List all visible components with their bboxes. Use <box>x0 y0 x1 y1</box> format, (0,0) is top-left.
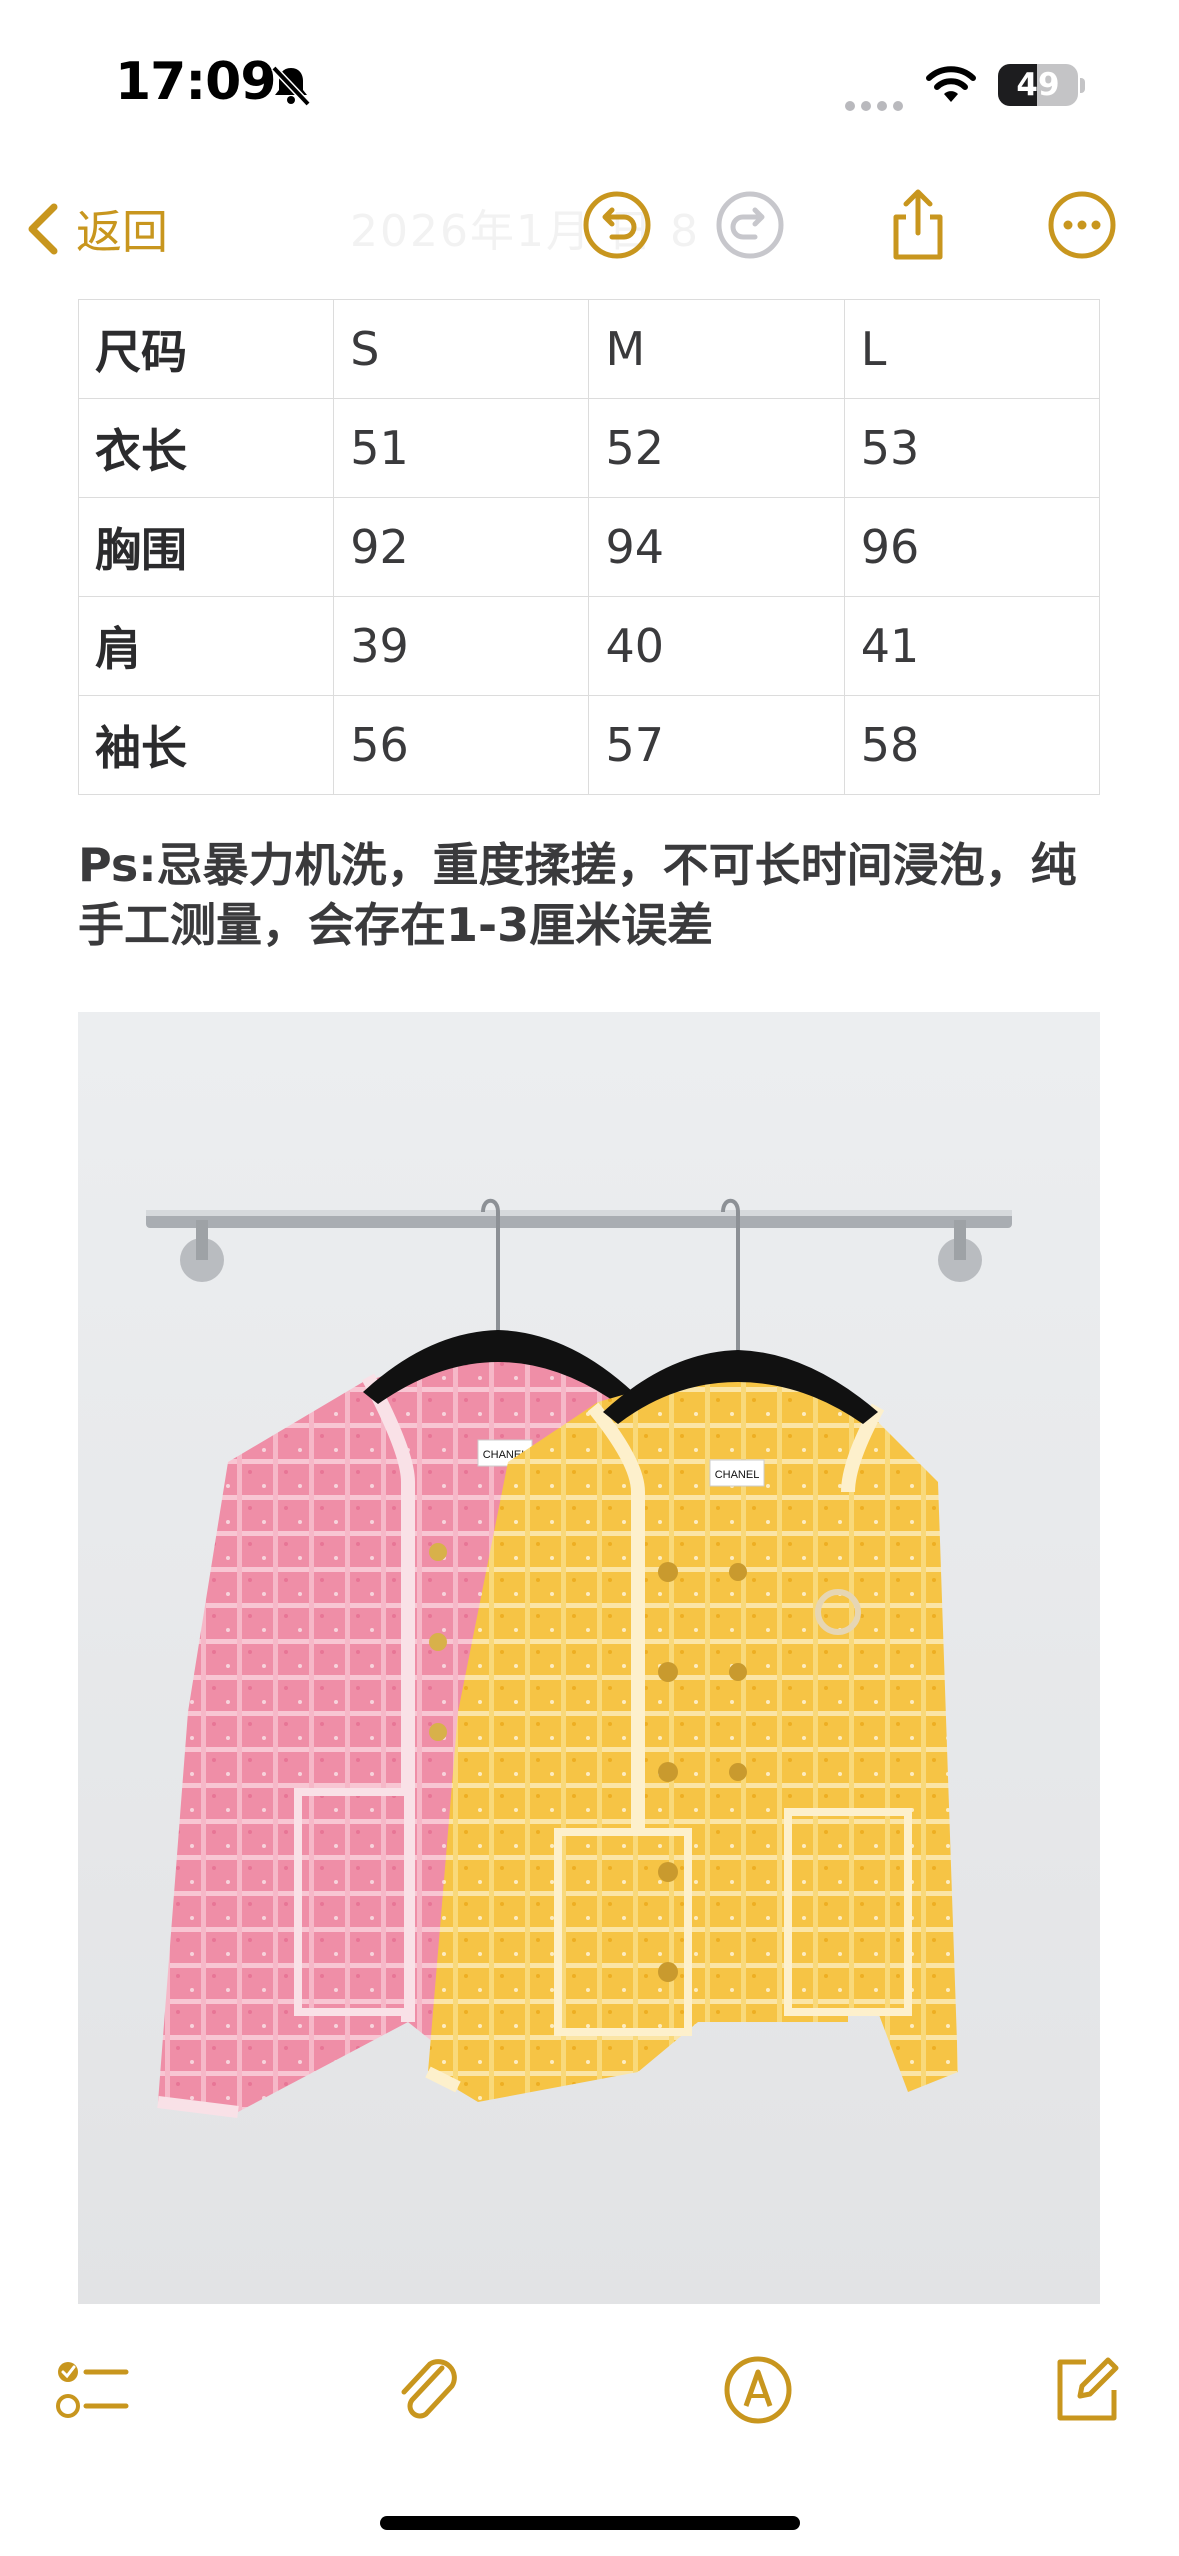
cellular-dots-icon <box>845 96 909 115</box>
battery-level: 49 <box>1016 67 1060 103</box>
table-cell[interactable]: L <box>843 299 1101 399</box>
table-header-row: 尺码 S M L <box>77 299 1101 399</box>
compose-icon[interactable] <box>1046 2350 1126 2430</box>
table-cell[interactable]: 52 <box>588 398 845 498</box>
table-row: 胸围 92 94 96 <box>77 497 1101 597</box>
battery-cap <box>1080 78 1085 93</box>
paperclip-icon[interactable] <box>390 2350 470 2430</box>
table-cell[interactable]: 胸围 <box>77 497 335 597</box>
table-row: 袖长 56 57 58 <box>77 695 1101 795</box>
bottom-toolbar <box>0 2320 1179 2490</box>
checklist-icon[interactable] <box>54 2350 134 2430</box>
share-icon[interactable] <box>880 187 956 263</box>
chevron-left-icon <box>28 203 58 255</box>
undo-icon[interactable] <box>579 187 655 263</box>
product-photo[interactable]: CHANEL CHANEL <box>78 1012 1100 2304</box>
markup-pen-icon[interactable] <box>718 2350 798 2430</box>
table-cell[interactable]: 56 <box>333 695 590 795</box>
bell-slash-icon <box>271 65 311 107</box>
table-cell[interactable]: S <box>333 299 590 399</box>
table-row: 衣长 51 52 53 <box>77 398 1101 498</box>
home-indicator[interactable] <box>380 2516 800 2530</box>
more-icon[interactable] <box>1044 187 1120 263</box>
table-cell[interactable]: 肩 <box>77 596 335 696</box>
yellow-label: CHANEL <box>715 1469 760 1481</box>
status-bar: 17:09 49 <box>0 0 1179 170</box>
cardigans-image: CHANEL CHANEL <box>78 1012 1100 2304</box>
table-cell[interactable]: 41 <box>843 596 1101 696</box>
table-cell[interactable]: 53 <box>843 398 1101 498</box>
table-cell[interactable]: 袖长 <box>77 695 335 795</box>
table-cell[interactable]: 39 <box>333 596 590 696</box>
table-cell[interactable]: 94 <box>588 497 845 597</box>
wifi-icon <box>926 66 976 102</box>
care-note-text[interactable]: Ps:忌暴力机洗，重度揉搓，不可长时间浸泡，纯手工测量，会存在1-3厘米误差 <box>78 835 1118 955</box>
battery-icon: 49 <box>998 64 1078 106</box>
table-cell[interactable]: 40 <box>588 596 845 696</box>
table-cell[interactable]: 92 <box>333 497 590 597</box>
table-cell[interactable]: 衣长 <box>77 398 335 498</box>
table-cell[interactable]: 尺码 <box>77 299 335 399</box>
table-cell[interactable]: 51 <box>333 398 590 498</box>
table-cell[interactable]: M <box>588 299 845 399</box>
navigation-bar: 返回 2026年1月 日 8 <box>0 175 1179 285</box>
size-table: 尺码 S M L 衣长 51 52 53 胸围 92 94 96 肩 39 40… <box>77 299 1101 795</box>
table-row: 肩 39 40 41 <box>77 596 1101 696</box>
status-time: 17:09 <box>115 52 277 112</box>
back-button[interactable]: 返回 <box>22 189 168 269</box>
table-cell[interactable]: 58 <box>843 695 1101 795</box>
back-label: 返回 <box>76 205 168 259</box>
table-cell[interactable]: 57 <box>588 695 845 795</box>
redo-icon[interactable] <box>712 187 788 263</box>
table-cell[interactable]: 96 <box>843 497 1101 597</box>
